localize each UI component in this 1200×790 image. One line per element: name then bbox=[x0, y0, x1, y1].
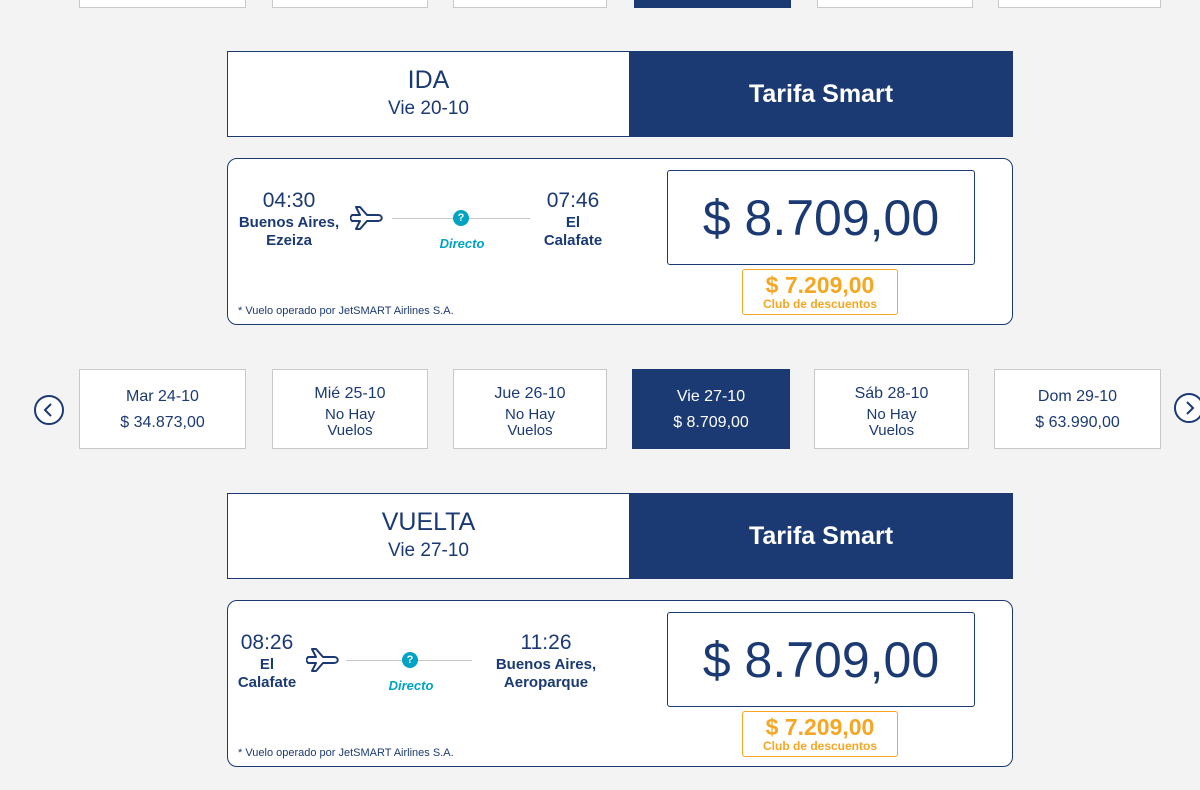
return-club-price-box[interactable]: $ 7.209,00 Club de descuentos bbox=[742, 711, 898, 757]
return-fare-tab[interactable]: Tarifa Smart bbox=[629, 493, 1013, 579]
outbound-club-price-box[interactable]: $ 7.209,00 Club de descuentos bbox=[742, 269, 898, 315]
outbound-club-label: Club de descuentos bbox=[762, 297, 878, 311]
date-option-no-flights-line2: Vuelos bbox=[507, 422, 553, 439]
date-option-partial[interactable] bbox=[272, 0, 428, 8]
return-direction-label: VUELTA bbox=[381, 508, 476, 536]
date-option-label: Vie 27-10 bbox=[676, 388, 746, 405]
outbound-depart-time: 04:30 bbox=[262, 189, 316, 212]
date-option-no-flights-line1: No Hay bbox=[866, 406, 917, 423]
date-option-label: Dom 29-10 bbox=[1037, 388, 1118, 405]
return-price-box[interactable]: $ 8.709,00 bbox=[667, 612, 975, 707]
outbound-header: IDA Vie 20-10 Tarifa Smart bbox=[227, 51, 1013, 137]
return-flight-card[interactable]: 08:26 El Calafate ? Directo 11:26 Buenos… bbox=[227, 600, 1013, 767]
date-option-vie-27-selected[interactable]: Vie 27-10 $ 8.709,00 bbox=[632, 369, 790, 449]
outbound-date: Vie 20-10 bbox=[388, 98, 469, 119]
chevron-left-icon bbox=[43, 403, 52, 417]
return-arrive-city: Buenos Aires, Aeroparque bbox=[486, 656, 606, 692]
outbound-operated-by: * Vuelo operado por JetSMART Airlines S.… bbox=[238, 305, 454, 317]
date-option-price: $ 34.873,00 bbox=[120, 414, 205, 431]
outbound-flight-card[interactable]: 04:30 Buenos Aires, Ezeiza ? Directo 07:… bbox=[227, 158, 1013, 325]
outbound-price: $ 8.709,00 bbox=[702, 190, 940, 246]
next-dates-button[interactable] bbox=[1174, 393, 1200, 423]
outbound-fare-name: Tarifa Smart bbox=[748, 80, 894, 108]
info-icon[interactable]: ? bbox=[402, 652, 418, 668]
return-depart-city-line2: Calafate bbox=[237, 674, 297, 691]
return-club-price: $ 7.209,00 bbox=[765, 714, 875, 740]
outbound-direction-label: IDA bbox=[407, 66, 450, 94]
return-fare-name: Tarifa Smart bbox=[748, 522, 894, 550]
date-option-jue-26[interactable]: Jue 26-10 No Hay Vuelos bbox=[453, 369, 607, 449]
return-price: $ 8.709,00 bbox=[702, 632, 940, 688]
return-stops-label: Directo bbox=[388, 678, 434, 693]
date-option-label: Jue 26-10 bbox=[494, 385, 566, 402]
date-option-partial[interactable] bbox=[453, 0, 607, 8]
date-option-no-flights-line2: Vuelos bbox=[868, 422, 915, 439]
date-option-partial[interactable] bbox=[817, 0, 973, 8]
date-option-label: Mar 24-10 bbox=[126, 388, 199, 405]
outbound-stops-label: Directo bbox=[439, 236, 485, 251]
return-header: VUELTA Vie 27-10 Tarifa Smart bbox=[227, 493, 1013, 579]
prev-dates-button[interactable] bbox=[34, 395, 64, 425]
outbound-arrive-city-line1: El bbox=[565, 214, 581, 231]
outbound-fare-tab[interactable]: Tarifa Smart bbox=[629, 51, 1013, 137]
outbound-depart-city: Buenos Aires, Ezeiza bbox=[234, 214, 344, 250]
date-option-partial-selected[interactable] bbox=[634, 0, 791, 8]
outbound-arrive-city-line2: Calafate bbox=[543, 232, 603, 249]
date-option-price: $ 63.990,00 bbox=[1035, 414, 1120, 431]
date-option-mar-24[interactable]: Mar 24-10 $ 34.873,00 bbox=[79, 369, 246, 449]
chevron-right-icon bbox=[1186, 401, 1195, 415]
date-option-no-flights-line2: Vuelos bbox=[327, 422, 373, 439]
return-operated-by: * Vuelo operado por JetSMART Airlines S.… bbox=[238, 747, 454, 759]
date-option-no-flights-line1: No Hay bbox=[504, 406, 556, 423]
return-depart-city-line1: El bbox=[259, 656, 275, 673]
date-option-mie-25[interactable]: Mié 25-10 No Hay Vuelos bbox=[272, 369, 428, 449]
return-depart-time: 08:26 bbox=[240, 631, 294, 654]
return-arrive-city-line1: Buenos Aires, bbox=[495, 656, 597, 673]
airplane-icon bbox=[350, 206, 383, 230]
outbound-depart-city-line1: Buenos Aires, bbox=[238, 214, 340, 231]
outbound-depart-city-line2: Ezeiza bbox=[266, 232, 312, 249]
outbound-arrive-time: 07:46 bbox=[546, 189, 600, 212]
date-option-sab-28[interactable]: Sáb 28-10 No Hay Vuelos bbox=[814, 369, 969, 449]
date-option-price: $ 8.709,00 bbox=[673, 414, 749, 431]
return-arrive-time: 11:26 bbox=[520, 631, 572, 654]
info-icon[interactable]: ? bbox=[453, 210, 469, 226]
date-option-no-flights-line1: No Hay bbox=[324, 406, 376, 423]
outbound-price-box[interactable]: $ 8.709,00 bbox=[667, 170, 975, 265]
date-option-partial[interactable] bbox=[998, 0, 1161, 8]
date-option-label: Mié 25-10 bbox=[314, 385, 386, 402]
outbound-direction-block: IDA Vie 20-10 bbox=[228, 52, 629, 136]
return-direction-block: VUELTA Vie 27-10 bbox=[228, 494, 629, 578]
date-option-partial[interactable] bbox=[79, 0, 246, 8]
return-arrive-city-line2: Aeroparque bbox=[503, 674, 589, 691]
return-depart-city: El Calafate bbox=[228, 656, 306, 692]
airplane-icon bbox=[306, 648, 339, 672]
return-date: Vie 27-10 bbox=[388, 540, 469, 561]
date-option-label: Sáb 28-10 bbox=[854, 385, 929, 402]
date-option-dom-29[interactable]: Dom 29-10 $ 63.990,00 bbox=[994, 369, 1161, 449]
outbound-arrive-city: El Calafate bbox=[518, 214, 628, 250]
return-club-label: Club de descuentos bbox=[762, 739, 878, 753]
outbound-club-price: $ 7.209,00 bbox=[765, 272, 875, 298]
